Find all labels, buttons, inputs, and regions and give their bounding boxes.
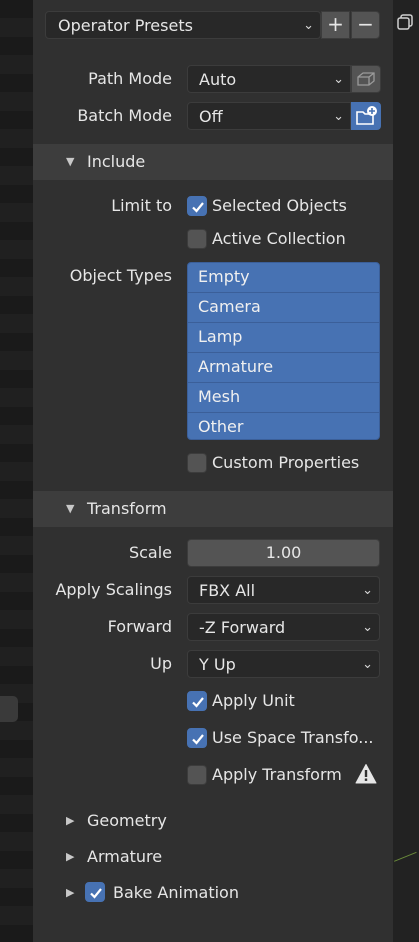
batch-mode-value: Off: [199, 107, 223, 126]
chevron-down-icon: ⌄: [333, 109, 344, 124]
triangle-down-icon: ▼: [66, 155, 75, 168]
object-type-camera[interactable]: Camera: [188, 293, 379, 323]
viewport-handle[interactable]: [0, 696, 18, 722]
up-dropdown[interactable]: Y Up ⌄: [187, 650, 380, 678]
embed-textures-button[interactable]: [351, 65, 381, 93]
apply-scalings-value: FBX All: [199, 581, 256, 600]
triangle-right-icon: ▶: [66, 886, 75, 899]
object-types-list: Empty Camera Lamp Armature Mesh Other: [187, 262, 380, 440]
forward-value: -Z Forward: [199, 618, 286, 637]
selected-objects-label: Selected Objects: [212, 196, 347, 215]
remove-preset-button[interactable]: −: [351, 11, 380, 39]
operator-presets-label: Operator Presets: [58, 16, 193, 35]
bake-animation-section-header[interactable]: ▶ Bake Animation: [33, 875, 393, 911]
batch-own-dir-button[interactable]: [351, 102, 381, 130]
box-icon: [357, 72, 375, 86]
scale-label: Scale: [128, 543, 172, 562]
apply-scalings-label: Apply Scalings: [55, 580, 172, 599]
operator-presets-dropdown[interactable]: Operator Presets ⌄: [45, 11, 321, 39]
checkbox-box: [187, 765, 207, 785]
apply-unit-label: Apply Unit: [212, 691, 295, 710]
object-type-other[interactable]: Other: [188, 413, 379, 439]
bake-animation-section-title: Bake Animation: [113, 883, 239, 902]
viewport-right-strip: [393, 0, 419, 942]
object-type-mesh[interactable]: Mesh: [188, 383, 379, 413]
viewport-left-strip: [0, 0, 33, 942]
limit-to-label: Limit to: [111, 196, 172, 215]
path-mode-dropdown[interactable]: Auto ⌄: [187, 65, 351, 93]
chevron-down-icon: ⌄: [303, 18, 314, 33]
path-mode-label: Path Mode: [88, 69, 172, 88]
armature-section-title: Armature: [87, 847, 163, 866]
forward-dropdown[interactable]: -Z Forward ⌄: [187, 613, 380, 641]
chevron-down-icon: ⌄: [333, 72, 344, 87]
apply-transform-label: Apply Transform: [212, 765, 342, 784]
object-types-label: Object Types: [69, 266, 172, 285]
batch-mode-label: Batch Mode: [77, 106, 172, 125]
geometry-section-header[interactable]: ▶ Geometry: [33, 803, 393, 839]
add-preset-button[interactable]: +: [321, 11, 350, 39]
geometry-section-title: Geometry: [87, 811, 167, 830]
object-type-lamp[interactable]: Lamp: [188, 323, 379, 353]
check-icon: [187, 196, 207, 216]
active-collection-label: Active Collection: [212, 229, 346, 248]
path-mode-value: Auto: [199, 70, 237, 89]
bake-animation-checkbox[interactable]: [85, 882, 105, 902]
apply-scalings-dropdown[interactable]: FBX All ⌄: [187, 576, 380, 604]
checkbox-box: [187, 453, 207, 473]
up-label: Up: [150, 654, 172, 673]
triangle-right-icon: ▶: [66, 850, 75, 863]
chevron-down-icon: ⌄: [362, 657, 373, 672]
batch-mode-dropdown[interactable]: Off ⌄: [187, 102, 351, 130]
check-icon: [187, 728, 207, 748]
use-space-transform-label: Use Space Transfo...: [212, 728, 374, 747]
check-icon: [187, 691, 207, 711]
triangle-down-icon: ▼: [66, 502, 75, 515]
object-type-empty[interactable]: Empty: [188, 263, 379, 293]
transform-section-header[interactable]: ▼ Transform: [33, 491, 393, 527]
forward-label: Forward: [107, 617, 172, 636]
chevron-down-icon: ⌄: [362, 620, 373, 635]
scale-field[interactable]: 1.00: [187, 539, 380, 567]
include-section-header[interactable]: ▼ Include: [33, 144, 393, 180]
checkbox-box: [187, 229, 207, 249]
armature-section-header[interactable]: ▶ Armature: [33, 839, 393, 875]
object-type-armature[interactable]: Armature: [188, 353, 379, 383]
chevron-down-icon: ⌄: [362, 583, 373, 598]
include-section-title: Include: [87, 152, 146, 171]
warning-icon: [355, 763, 377, 789]
triangle-right-icon: ▶: [66, 814, 75, 827]
copy-icon[interactable]: [393, 12, 417, 38]
new-folder-icon: [356, 106, 377, 125]
transform-section-title: Transform: [87, 499, 167, 518]
custom-properties-label: Custom Properties: [212, 453, 360, 472]
up-value: Y Up: [199, 655, 236, 674]
